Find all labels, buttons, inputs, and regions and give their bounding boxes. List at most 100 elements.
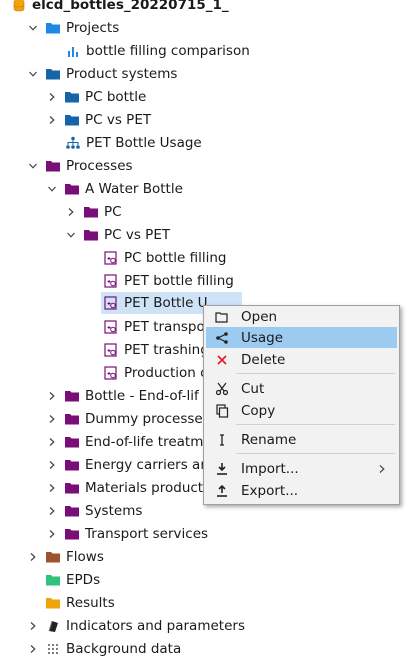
menu-item-cut[interactable]: Cut — [206, 378, 397, 399]
tree-label: A Water Bottle — [85, 181, 183, 197]
chevron-right-icon[interactable] — [46, 459, 58, 471]
tree-label: Background data — [66, 641, 182, 657]
tree-label: PC bottle — [85, 89, 147, 105]
tree-item-pc-bottle[interactable]: PC bottle — [46, 86, 146, 108]
menu-item-export[interactable]: Export... — [206, 480, 397, 501]
tree-item-pc-vs-pet-ps[interactable]: PC vs PET — [46, 109, 151, 131]
tree-item-pet-bottle-usage[interactable]: PET Bottle Usage — [65, 132, 202, 154]
chevron-right-icon[interactable] — [65, 206, 77, 218]
menu-item-copy[interactable]: Copy — [206, 400, 397, 421]
tree-label: Processes — [66, 158, 133, 174]
chevron-right-icon[interactable] — [46, 505, 58, 517]
indicators-icon — [45, 618, 61, 634]
process-icon — [103, 295, 119, 311]
open-folder-icon — [212, 309, 232, 325]
menu-item-rename[interactable]: Rename — [206, 429, 397, 450]
chevron-right-icon[interactable] — [27, 620, 39, 632]
tree-label: EPDs — [66, 572, 101, 588]
tree-item-energy-carriers[interactable]: Energy carriers and — [46, 454, 217, 476]
folder-icon — [45, 595, 61, 611]
process-icon — [103, 365, 119, 381]
menu-item-open[interactable]: Open — [206, 306, 397, 327]
menu-label: Usage — [241, 329, 284, 346]
chevron-down-icon[interactable] — [27, 160, 39, 172]
tree-label: Projects — [66, 20, 120, 36]
chevron-right-icon[interactable] — [46, 436, 58, 448]
chevron-right-icon[interactable] — [46, 413, 58, 425]
tree-item-bottle-end-of-life[interactable]: Bottle - End-of-lif — [46, 385, 199, 407]
tree-item-bottle-filling-comparison[interactable]: bottle filling comparison — [65, 40, 250, 62]
tree-item-results[interactable]: Results — [45, 592, 115, 614]
chevron-down-icon[interactable] — [46, 183, 58, 195]
tree-item-product-systems[interactable]: Product systems — [27, 63, 177, 85]
copy-icon — [212, 403, 232, 419]
grid-icon — [45, 641, 61, 657]
tree-item-a-water-bottle[interactable]: A Water Bottle — [46, 178, 183, 200]
tree-label: PET transpo — [124, 319, 205, 335]
chevron-right-icon — [377, 462, 387, 478]
export-icon — [212, 483, 232, 499]
tree-item-production[interactable]: Production c — [103, 362, 208, 384]
tree-item-pet-transport[interactable]: PET transpo — [103, 316, 205, 338]
tree-label: Energy carriers and — [85, 457, 218, 473]
folder-icon — [64, 89, 80, 105]
tree-item-background-data[interactable]: Background data — [27, 638, 181, 660]
menu-item-delete[interactable]: Delete — [206, 349, 397, 370]
tree-item-systems[interactable]: Systems — [46, 500, 142, 522]
chevron-right-icon[interactable] — [27, 551, 39, 563]
process-icon — [103, 273, 119, 289]
tree-label: Flows — [66, 549, 104, 565]
tree-label: PET trashing — [124, 342, 209, 358]
tree-item-processes[interactable]: Processes — [27, 155, 133, 177]
bar-chart-icon — [65, 43, 81, 59]
chevron-right-icon[interactable] — [46, 390, 58, 402]
menu-item-usage[interactable]: Usage — [206, 327, 397, 348]
chevron-right-icon[interactable] — [46, 114, 58, 126]
chevron-down-icon[interactable] — [27, 68, 39, 80]
chevron-right-icon[interactable] — [27, 643, 39, 655]
folder-icon — [45, 66, 61, 82]
tree-item-projects[interactable]: Projects — [27, 17, 119, 39]
tree-item-pc-bottle-filling[interactable]: PC bottle filling — [103, 247, 227, 269]
delete-icon — [212, 352, 232, 368]
chevron-right-icon[interactable] — [46, 482, 58, 494]
folder-icon — [64, 112, 80, 128]
tree-item-pc[interactable]: PC — [65, 201, 122, 223]
tree-label: PET Bottle U — [124, 295, 208, 311]
tree-item-pc-vs-pet[interactable]: PC vs PET — [65, 224, 170, 246]
tree-item-end-of-life-treatment[interactable]: End-of-life treatm — [46, 431, 203, 453]
menu-label: Rename — [241, 431, 297, 448]
database-icon — [11, 0, 27, 13]
tree-item-flows[interactable]: Flows — [27, 546, 104, 568]
chevron-down-icon[interactable] — [65, 229, 77, 241]
tree-label: End-of-life treatm — [85, 434, 204, 450]
tree-label: Indicators and parameters — [66, 618, 245, 634]
chevron-right-icon[interactable] — [46, 528, 58, 540]
tree-label: PC vs PET — [104, 227, 171, 243]
product-system-icon — [65, 135, 81, 151]
chevron-right-icon[interactable] — [46, 91, 58, 103]
tree-label: Transport services — [85, 526, 209, 542]
tree-item-pet-bottle-filling[interactable]: PET bottle filling — [103, 270, 234, 292]
tree-label: PET bottle filling — [124, 273, 234, 289]
menu-label: Export... — [241, 482, 299, 499]
tree-root[interactable]: elcd_bottles_20220715_1_ — [11, 0, 229, 16]
tree-item-indicators[interactable]: Indicators and parameters — [27, 615, 245, 637]
folder-icon — [64, 480, 80, 496]
tree-item-materials-production[interactable]: Materials product — [46, 477, 203, 499]
menu-label: Copy — [241, 402, 276, 419]
folder-icon — [45, 158, 61, 174]
tree-item-epds[interactable]: EPDs — [45, 569, 100, 591]
tree-label: Dummy processes — [85, 411, 210, 427]
tree-item-transport-services[interactable]: Transport services — [46, 523, 208, 545]
chevron-down-icon[interactable] — [27, 22, 39, 34]
tree-item-dummy-processes[interactable]: Dummy processes — [46, 408, 210, 430]
menu-separator — [236, 453, 395, 454]
menu-item-import[interactable]: Import... — [206, 458, 397, 479]
menu-label: Delete — [241, 351, 286, 368]
menu-label: Cut — [241, 380, 265, 397]
database-name: elcd_bottles_20220715_1_ — [32, 0, 229, 13]
folder-icon — [64, 388, 80, 404]
tree-item-pet-trashing[interactable]: PET trashing — [103, 339, 209, 361]
folder-icon — [64, 411, 80, 427]
